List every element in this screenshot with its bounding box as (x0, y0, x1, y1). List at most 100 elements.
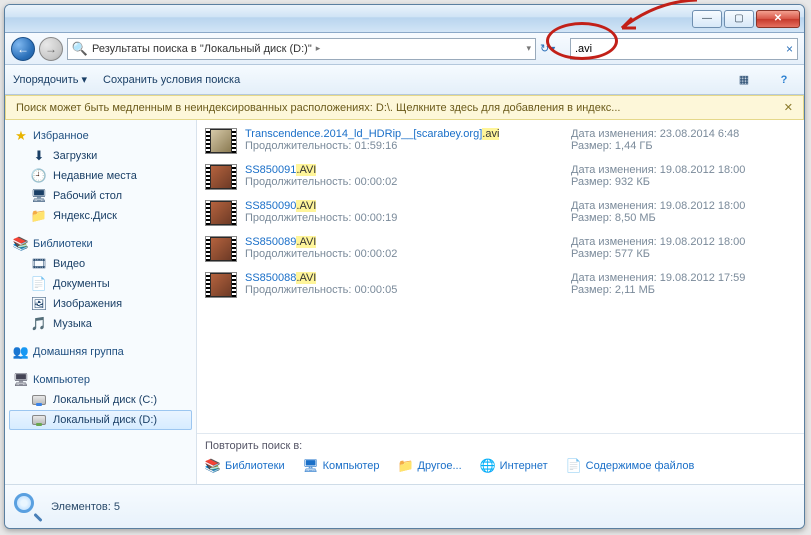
file-date: Дата изменения: 19.08.2012 17:59 (571, 272, 796, 284)
sidebar-item-label: Музыка (53, 318, 92, 330)
folder-icon: 📄 (31, 276, 47, 292)
link-icon: 📚 (205, 458, 221, 474)
result-row[interactable]: SS850091.AVIПродолжительность: 00:00:02Д… (203, 160, 798, 196)
sb-drive-c[interactable]: Локальный диск (C:) (9, 390, 192, 410)
file-size: Размер: 2,11 МБ (571, 284, 796, 296)
search-again-panel: Повторить поиск в: 📚Библиотеки🖥Компьютер… (197, 433, 804, 484)
sidebar-item-label: Яндекс.Диск (53, 210, 117, 222)
sb-recent[interactable]: 🕘Недавние места (9, 166, 192, 186)
folder-icon: 🎵 (31, 316, 47, 332)
toolbar: Упорядочить ▾ Сохранить условия поиска ▦… (5, 65, 804, 95)
sidebar: ★ Избранное ⬇ Загрузки 🕘Недавние места 🖥 Раб… (5, 120, 197, 484)
address-bar[interactable]: 🔍 Результаты поиска в "Локальный диск (D… (67, 38, 536, 60)
link-icon: 🌐 (480, 458, 496, 474)
file-duration: Продолжительность: 00:00:02 (245, 248, 571, 260)
refresh-button[interactable]: ↻▾ (540, 42, 566, 55)
file-name: SS850091.AVI (245, 164, 571, 176)
folder-icon: 🎞 (31, 256, 47, 272)
magnifier-icon (13, 492, 43, 522)
sb-downloads[interactable]: ⬇ Загрузки (9, 146, 192, 166)
again-libs[interactable]: 📚Библиотеки (205, 458, 285, 474)
status-text: Элементов: 5 (51, 501, 120, 513)
sidebar-favorites[interactable]: ★ Избранное (9, 126, 192, 146)
search-box[interactable]: × (570, 38, 798, 60)
sb-desktop[interactable]: 🖥 Рабочий стол (9, 186, 192, 206)
folder-icon: 🖥 (31, 188, 47, 204)
sidebar-libraries[interactable]: 📚 Библиотеки (9, 234, 192, 254)
file-name: SS850088.AVI (245, 272, 571, 284)
sidebar-item-label: Видео (53, 258, 85, 270)
breadcrumb[interactable]: Результаты поиска в "Локальный диск (D:)… (92, 43, 312, 55)
minimize-button[interactable]: — (692, 10, 722, 28)
search-location-icon: 🔍 (72, 41, 88, 57)
sb-docs[interactable]: 📄 Документы (9, 274, 192, 294)
sidebar-item-label: Рабочий стол (53, 190, 122, 202)
clear-search-button[interactable]: × (786, 42, 793, 56)
sidebar-item-label: Документы (53, 278, 110, 290)
help-button[interactable]: ? (772, 70, 796, 90)
view-mode-button[interactable]: ▦ (732, 70, 756, 90)
sidebar-computer[interactable]: 🖥 Компьютер (9, 370, 192, 390)
index-warning-bar[interactable]: Поиск может быть медленным в неиндексиро… (5, 95, 804, 120)
folder-icon: 🕘 (31, 168, 47, 184)
explorer-window: — ▢ ✕ ← → 🔍 Результаты поиска в "Локальн… (4, 4, 805, 529)
history-chevron-icon[interactable]: ▾ (526, 43, 531, 54)
result-row[interactable]: SS850089.AVIПродолжительность: 00:00:02Д… (203, 232, 798, 268)
again-contents[interactable]: 📄Содержимое файлов (566, 458, 695, 474)
chevron-right-icon[interactable]: ▸ (316, 43, 321, 54)
sidebar-item-label: Локальный диск (D:) (53, 414, 157, 426)
file-duration: Продолжительность: 00:00:19 (245, 212, 571, 224)
again-comp[interactable]: 🖥Компьютер (303, 458, 380, 474)
sb-video[interactable]: 🎞 Видео (9, 254, 192, 274)
file-name: Transcendence.2014_ld_HDRip__[scarabey.o… (245, 128, 571, 140)
maximize-button[interactable]: ▢ (724, 10, 754, 28)
video-thumb-icon (205, 236, 237, 262)
sidebar-item-label: Загрузки (53, 150, 97, 162)
main-pane: Transcendence.2014_ld_HDRip__[scarabey.o… (197, 120, 804, 484)
warning-close-button[interactable]: ✕ (784, 101, 793, 114)
folder-icon: 🖼 (31, 296, 47, 312)
file-date: Дата изменения: 19.08.2012 18:00 (571, 200, 796, 212)
warning-text: Поиск может быть медленным в неиндексиро… (16, 102, 620, 114)
forward-button[interactable]: → (39, 37, 63, 61)
nav-row: ← → 🔍 Результаты поиска в "Локальный дис… (5, 33, 804, 65)
status-bar: Элементов: 5 (5, 484, 804, 528)
file-date: Дата изменения: 19.08.2012 18:00 (571, 236, 796, 248)
file-duration: Продолжительность: 00:00:05 (245, 284, 571, 296)
sidebar-item-label: Локальный диск (C:) (53, 394, 157, 406)
titlebar: — ▢ ✕ (5, 5, 804, 33)
link-icon: 📄 (566, 458, 582, 474)
result-row[interactable]: Transcendence.2014_ld_HDRip__[scarabey.o… (203, 124, 798, 160)
file-size: Размер: 932 КБ (571, 176, 796, 188)
file-size: Размер: 577 КБ (571, 248, 796, 260)
search-input[interactable] (575, 43, 782, 55)
back-button[interactable]: ← (11, 37, 35, 61)
video-thumb-icon (205, 200, 237, 226)
close-button[interactable]: ✕ (756, 10, 800, 28)
sidebar-homegroup[interactable]: 👥 Домашняя группа (9, 342, 192, 362)
file-name: SS850090.AVI (245, 200, 571, 212)
again-internet[interactable]: 🌐Интернет (480, 458, 548, 474)
drive-icon (31, 392, 47, 408)
computer-icon: 🖥 (13, 372, 29, 388)
file-size: Размер: 8,50 МБ (571, 212, 796, 224)
sb-drive-d[interactable]: Локальный диск (D:) (9, 410, 192, 430)
again-other[interactable]: 📁Другое... (398, 458, 462, 474)
video-thumb-icon (205, 272, 237, 298)
result-row[interactable]: SS850090.AVIПродолжительность: 00:00:19Д… (203, 196, 798, 232)
file-duration: Продолжительность: 00:00:02 (245, 176, 571, 188)
result-row[interactable]: SS850088.AVIПродолжительность: 00:00:05Д… (203, 268, 798, 304)
organize-menu[interactable]: Упорядочить ▾ (13, 73, 87, 86)
sb-yadisk[interactable]: 📁 Яндекс.Диск (9, 206, 192, 226)
sb-pictures[interactable]: 🖼Изображения (9, 294, 192, 314)
folder-icon: ⬇ (31, 148, 47, 164)
homegroup-icon: 👥 (13, 344, 29, 360)
folder-icon: 📁 (31, 208, 47, 224)
save-search-button[interactable]: Сохранить условия поиска (103, 74, 240, 86)
sb-music[interactable]: 🎵 Музыка (9, 314, 192, 334)
file-duration: Продолжительность: 01:59:16 (245, 140, 571, 152)
results-list: Transcendence.2014_ld_HDRip__[scarabey.o… (197, 120, 804, 433)
file-name: SS850089.AVI (245, 236, 571, 248)
video-thumb-icon (205, 128, 237, 154)
file-size: Размер: 1,44 ГБ (571, 140, 796, 152)
